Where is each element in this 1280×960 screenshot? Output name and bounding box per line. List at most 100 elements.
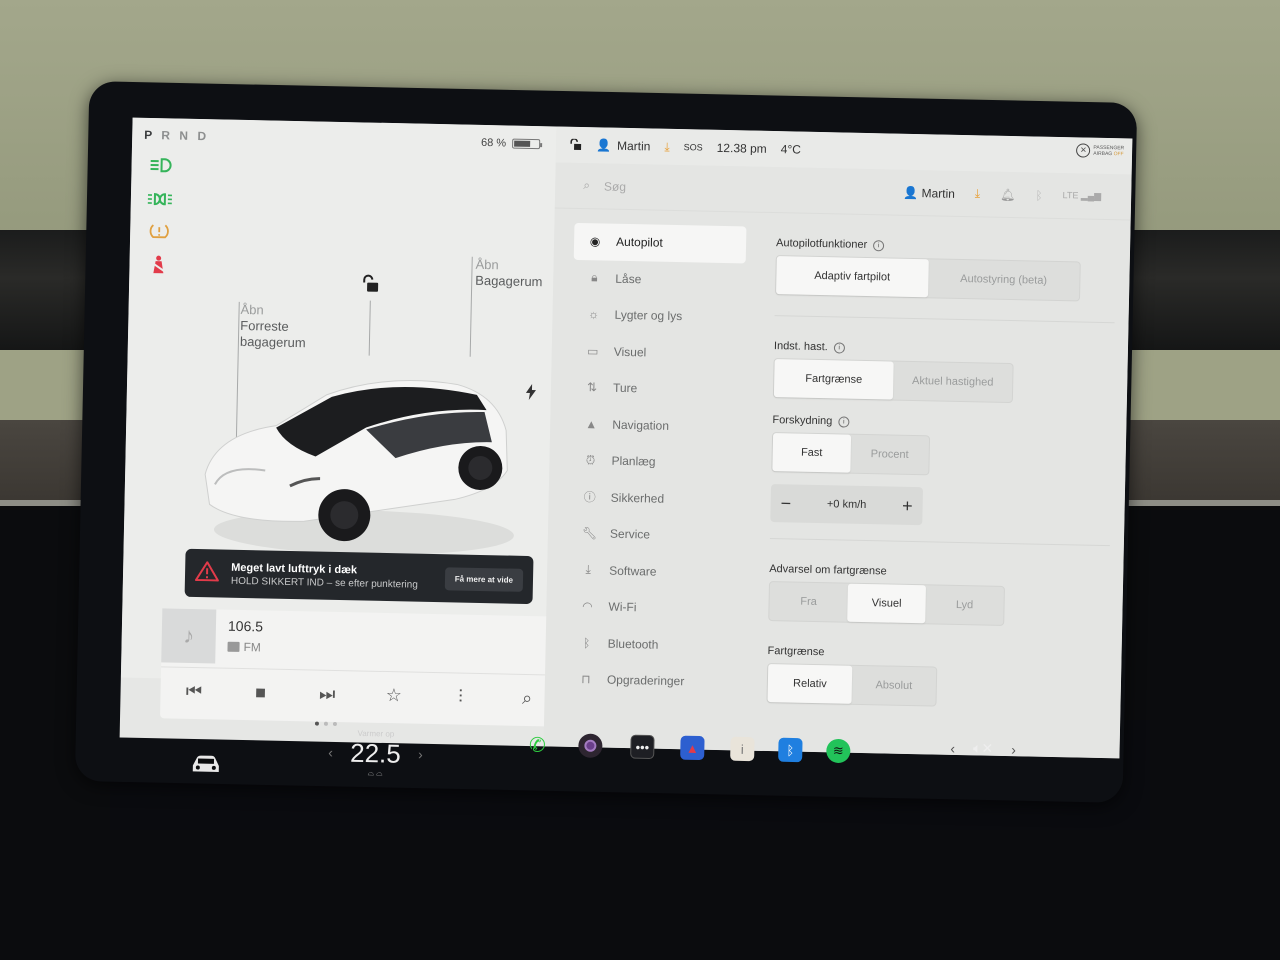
- media-page-dots[interactable]: [314, 721, 337, 727]
- steering-wheel-icon: ◉: [589, 234, 601, 249]
- lte-signal-icon: LTE ▂▄▆: [1062, 190, 1102, 201]
- phone-icon[interactable]: ✆: [525, 732, 549, 756]
- climate-control[interactable]: Varmer op ‹ 22.5 › ⌓ ⌓: [328, 729, 423, 779]
- nav-service[interactable]: 🔧︎ Service: [568, 515, 741, 555]
- speed-limit-label: Fartgrænse: [767, 645, 825, 659]
- unlock-icon[interactable]: [361, 274, 379, 297]
- nav-label: Sikkerhed: [610, 490, 665, 506]
- notification-bell-icon[interactable]: 🔔︎: [1000, 187, 1016, 201]
- info-icon[interactable]: i: [873, 239, 885, 251]
- nav-label: Planlæg: [611, 453, 656, 469]
- option-speed-limit[interactable]: Fartgrænse: [773, 359, 894, 400]
- option-visual[interactable]: Visuel: [847, 583, 926, 624]
- offset-heading: Forskydning i: [772, 414, 1112, 433]
- page-dot[interactable]: [332, 721, 337, 727]
- trunk-label: Bagagerum: [475, 272, 543, 290]
- radio-band-label: FM: [243, 640, 262, 655]
- option-absolute[interactable]: Absolut: [851, 666, 936, 706]
- camera-icon[interactable]: [578, 733, 603, 758]
- nav-safety[interactable]: ⓘ Sikkerhed: [568, 478, 741, 518]
- airbag-label-line2: AIRBAG: [1093, 150, 1113, 158]
- lock-status-icon[interactable]: [570, 138, 582, 151]
- next-icon[interactable]: ⏭: [312, 683, 342, 705]
- nav-locks[interactable]: 🔒︎ Låse: [573, 259, 746, 299]
- learn-more-button[interactable]: Få mere at vide: [444, 566, 524, 592]
- nav-upgrades[interactable]: ⊓ Opgraderinger: [565, 661, 738, 701]
- option-fixed[interactable]: Fast: [772, 433, 852, 473]
- navigation-app-icon[interactable]: ▲: [680, 735, 705, 761]
- bluetooth-icon[interactable]: ᛒ: [1035, 188, 1042, 202]
- sos-button[interactable]: SOS: [684, 142, 703, 152]
- volume-muted-icon[interactable]: 🔈︎✕: [973, 740, 993, 757]
- low-beam-icon: [147, 154, 173, 177]
- nav-trips[interactable]: ⇅ Ture: [571, 369, 744, 409]
- frunk-button[interactable]: Åbn Forreste bagagerum: [240, 302, 307, 351]
- nav-autopilot[interactable]: ◉ Autopilot: [573, 222, 747, 263]
- set-speed-label: Indst. hast.: [773, 340, 828, 354]
- spotify-icon[interactable]: ≋: [826, 738, 851, 764]
- nav-software[interactable]: ⤓ Software: [567, 551, 740, 591]
- nav-display[interactable]: ▭ Visuel: [571, 332, 744, 372]
- volume-up-icon[interactable]: ›: [1011, 741, 1016, 757]
- lightning-icon[interactable]: [525, 384, 537, 405]
- more-apps-icon[interactable]: •••: [630, 734, 655, 760]
- nav-bluetooth[interactable]: ᛒ Bluetooth: [565, 624, 738, 664]
- profile-button[interactable]: 👤 Martin: [596, 138, 651, 153]
- autopilot-features-label: Autopilotfunktioner: [775, 237, 868, 252]
- nav-label: Låse: [615, 271, 642, 287]
- radio-station: 106.5: [227, 617, 264, 635]
- settings-search[interactable]: ⌕ Søg: [583, 178, 626, 194]
- equalizer-icon[interactable]: ⫶: [445, 686, 475, 708]
- page-dot[interactable]: [314, 721, 319, 726]
- option-autosteer[interactable]: Autostyring (beta): [928, 259, 1080, 300]
- temp-up-icon[interactable]: ›: [418, 746, 423, 762]
- manual-icon[interactable]: i: [730, 736, 755, 762]
- previous-icon[interactable]: ⏮: [179, 681, 209, 703]
- trunk-button[interactable]: Åbn Bagagerum: [475, 257, 543, 290]
- media-controls: ⏮ ■ ⏭ ☆ ⫶ ⌕: [160, 666, 562, 723]
- gear-r: R: [161, 128, 174, 143]
- safety-icon: ⓘ: [583, 490, 596, 505]
- bluetooth-app-icon[interactable]: ᛒ: [778, 737, 803, 763]
- option-percent[interactable]: Procent: [850, 435, 929, 475]
- section-divider: [774, 315, 1115, 324]
- airbag-state: OFF: [1113, 151, 1124, 158]
- defrost-icons[interactable]: ⌓ ⌓: [350, 768, 401, 779]
- volume-down-icon[interactable]: ‹: [950, 740, 955, 756]
- car-controls-icon[interactable]: [190, 753, 223, 780]
- settings-profile-button[interactable]: 👤 Martin: [903, 185, 955, 200]
- favorite-icon[interactable]: ☆: [379, 685, 409, 707]
- nav-navigation[interactable]: ▲ Navigation: [570, 405, 743, 445]
- option-audio[interactable]: Lyd: [925, 585, 1004, 625]
- decrease-button[interactable]: −: [780, 493, 791, 514]
- option-relative[interactable]: Relativ: [767, 664, 853, 704]
- offset-value: +0 km/h: [826, 498, 867, 512]
- trunk-action: Åbn: [475, 256, 499, 273]
- increase-button[interactable]: +: [902, 495, 913, 516]
- nav-label: Visuel: [613, 344, 647, 360]
- nav-wifi[interactable]: ◠ Wi-Fi: [566, 588, 739, 628]
- stop-icon[interactable]: ■: [245, 682, 275, 704]
- offset-selector: Fast Procent: [771, 432, 931, 476]
- frunk-action: Åbn: [240, 301, 264, 318]
- search-icon[interactable]: ⌕: [512, 688, 542, 710]
- download-icon: ⤓: [585, 562, 592, 577]
- nav-schedule[interactable]: ⏰︎ Planlæg: [569, 442, 742, 482]
- option-adaptive-cruise[interactable]: Adaptiv fartpilot: [776, 256, 929, 298]
- info-icon[interactable]: i: [833, 341, 845, 354]
- nav-label: Navigation: [612, 417, 670, 433]
- gear-p: P: [144, 127, 156, 143]
- clock: 12.38 pm: [716, 140, 767, 156]
- tire-pressure-alert: Meget lavt lufttryk i dæk HOLD SIKKERT I…: [184, 548, 534, 605]
- option-current-speed[interactable]: Aktuel hastighed: [893, 362, 1013, 402]
- software-update-icon[interactable]: ⤓: [664, 139, 670, 154]
- info-icon[interactable]: i: [838, 415, 850, 428]
- nav-lights[interactable]: ☼ Lygter og lys: [572, 296, 745, 336]
- page-dot[interactable]: [323, 721, 328, 726]
- temp-down-icon[interactable]: ‹: [328, 744, 333, 760]
- option-off[interactable]: Fra: [769, 582, 848, 622]
- nav-label: Lygter og lys: [614, 307, 683, 324]
- profile-name: Martin: [616, 138, 651, 154]
- download-icon[interactable]: ⤓: [975, 186, 981, 201]
- speed-limit-heading: Fartgrænse: [767, 645, 1107, 664]
